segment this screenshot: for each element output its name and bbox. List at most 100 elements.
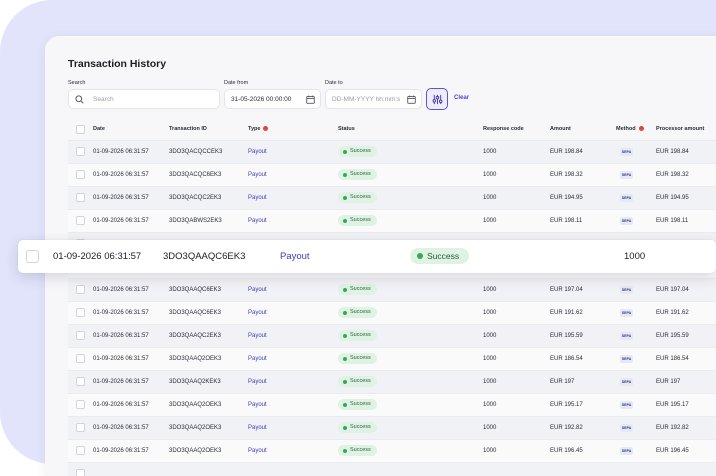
table-header: Date Transaction ID Type Status Response…: [68, 118, 716, 141]
date-from-field[interactable]: 31-05-2026 00:00:00: [224, 89, 321, 109]
row-type-link[interactable]: Payout: [248, 287, 267, 293]
row-processor-amount: EUR 198.84: [656, 148, 689, 155]
page-title: Transaction History: [68, 58, 167, 70]
row-type-link[interactable]: Payout: [248, 379, 267, 385]
clear-button[interactable]: Clear: [454, 95, 469, 101]
column-header-amount[interactable]: Amount: [550, 126, 571, 132]
row-date: 01-09-2026 06:31:57: [93, 217, 149, 224]
row-checkbox[interactable]: [76, 308, 85, 317]
status-badge: Success: [338, 192, 377, 203]
row-transaction-id: 3DO3QACQC2EK3: [169, 194, 222, 201]
table-row[interactable]: 01-09-2026 06:31:57 3DO3QAAQ2OEK3 Payout 10…: [68, 440, 716, 463]
row-amount: EUR 197.04: [550, 286, 583, 293]
row-transaction-id: 3DO3QAAQ2OEK3: [169, 447, 222, 454]
row-type-link[interactable]: Payout: [248, 172, 267, 178]
column-header-status[interactable]: Status: [338, 126, 355, 132]
status-badge: Success: [338, 399, 377, 410]
row-response-code: 1000: [483, 171, 497, 178]
row-type-link[interactable]: Payout: [280, 251, 310, 262]
row-type-link[interactable]: Payout: [248, 356, 267, 362]
column-header-date[interactable]: Date: [93, 126, 105, 132]
row-type-link[interactable]: Payout: [248, 333, 267, 339]
row-transaction-id: 3DO3QAAQ2KEK3: [169, 378, 221, 385]
row-checkbox[interactable]: [76, 377, 85, 386]
row-checkbox[interactable]: [76, 170, 85, 179]
row-amount: EUR 198.84: [550, 148, 583, 155]
row-checkbox[interactable]: [76, 446, 85, 455]
column-header-method[interactable]: Method: [616, 126, 644, 132]
row-checkbox[interactable]: [76, 331, 85, 340]
sepa-logo-icon: SEPA: [620, 447, 633, 455]
row-checkbox[interactable]: [26, 250, 39, 263]
table-row[interactable]: [68, 463, 716, 476]
row-type-link[interactable]: Payout: [248, 448, 267, 454]
row-processor-amount: EUR 198.32: [656, 171, 689, 178]
search-input[interactable]: Search: [93, 96, 114, 103]
row-date: 01-09-2026 06:31:57: [93, 286, 149, 293]
filter-button[interactable]: [426, 88, 448, 110]
row-response-code: 1000: [483, 401, 497, 408]
table-row[interactable]: 01-09-2026 06:31:57 3DO3QACQC6EK3 Payout 10…: [68, 164, 716, 187]
column-header-method-label: Method: [616, 126, 636, 132]
row-response-code: 1000: [483, 309, 497, 316]
row-date: 01-09-2026 06:31:57: [93, 355, 149, 362]
column-header-type[interactable]: Type: [248, 126, 269, 132]
status-badge: Success: [338, 146, 377, 157]
row-type-link[interactable]: Payout: [248, 218, 267, 224]
column-header-response-code[interactable]: Response code: [483, 126, 524, 132]
table-row[interactable]: 01-09-2026 06:31:57 3DO3QAAQ2OEK3 Payout 10…: [68, 417, 716, 440]
table-row[interactable]: 01-09-2026 06:31:57 3DO3QAAQ2OEK3 Payout 10…: [68, 394, 716, 417]
row-amount: EUR 197: [550, 378, 575, 385]
sepa-logo-icon: SEPA: [620, 217, 633, 225]
table-row[interactable]: 01-09-2026 06:31:57 3DO3QABWS2EK3 Payout 10…: [68, 210, 716, 233]
row-type-link[interactable]: Payout: [248, 195, 267, 201]
date-to-field[interactable]: DD-MM-YYYY hh:mm:ss: [325, 89, 422, 109]
date-from-input[interactable]: 31-05-2026 00:00:00: [231, 96, 291, 103]
row-amount: EUR 198.11: [550, 217, 583, 224]
row-type-link[interactable]: Payout: [248, 402, 267, 408]
calendar-icon[interactable]: [306, 95, 315, 104]
row-transaction-id: 3DO3QAAQ2OEK3: [169, 355, 222, 362]
row-checkbox[interactable]: [76, 423, 85, 432]
row-checkbox[interactable]: [76, 285, 85, 294]
row-checkbox[interactable]: [76, 354, 85, 363]
row-response-code: 1000: [483, 355, 497, 362]
column-header-transaction-id[interactable]: Transaction ID: [169, 126, 207, 132]
row-checkbox[interactable]: [76, 400, 85, 409]
date-from-label: Date from: [224, 80, 249, 86]
row-type-link[interactable]: Payout: [248, 310, 267, 316]
status-badge: Success: [338, 376, 377, 387]
table-row[interactable]: 01-09-2026 06:31:57 3DO3QAAQC6EK3 Payout 10…: [68, 302, 716, 325]
sepa-logo-icon: SEPA: [620, 332, 633, 340]
table-row[interactable]: 01-09-2026 06:31:57 3DO3QACQCCEK3 Payout 10…: [68, 141, 716, 164]
row-date: 01-09-2026 06:31:57: [93, 401, 149, 408]
table-row[interactable]: 01-09-2026 06:31:57 3DO3QAAQ2KEK3 Payout 10…: [68, 371, 716, 394]
row-transaction-id: 3DO3QABWS2EK3: [169, 217, 222, 224]
status-badge: Success: [338, 330, 377, 341]
row-processor-amount: EUR 198.11: [656, 217, 689, 224]
row-response-code: 1000: [483, 217, 497, 224]
row-checkbox[interactable]: [76, 193, 85, 202]
calendar-icon[interactable]: [407, 95, 416, 104]
row-response-code: 1000: [483, 332, 497, 339]
table-row[interactable]: 01-09-2026 06:31:57 3DO3QAAQC2EK3 Payout 10…: [68, 325, 716, 348]
row-type-link[interactable]: Payout: [248, 425, 267, 431]
date-to-input[interactable]: DD-MM-YYYY hh:mm:ss: [332, 96, 400, 103]
table-row[interactable]: 01-09-2026 06:31:57 3DO3QACQC2EK3 Payout 10…: [68, 187, 716, 210]
table-row[interactable]: 01-09-2026 06:31:57 3DO3QAAQ2OEK3 Payout 10…: [68, 348, 716, 371]
search-field[interactable]: Search: [68, 89, 220, 109]
row-type-link[interactable]: Payout: [248, 149, 267, 155]
status-badge: Success: [338, 284, 377, 295]
row-checkbox[interactable]: [76, 216, 85, 225]
row-amount: EUR 192.82: [550, 424, 583, 431]
table-row[interactable]: 01-09-2026 06:31:57 3DO3QAAQC6EK3 Payout 10…: [68, 279, 716, 302]
row-checkbox[interactable]: [76, 469, 85, 476]
row-checkbox[interactable]: [76, 147, 85, 156]
row-transaction-id: 3DO3QAAQC6EK3: [169, 286, 222, 293]
row-amount: EUR 198.32: [550, 171, 583, 178]
transactions-table: Date Transaction ID Type Status Response…: [68, 118, 716, 476]
select-all-checkbox[interactable]: [76, 125, 85, 134]
column-header-processor-amount[interactable]: Processor amount: [656, 126, 704, 132]
highlighted-table-row[interactable]: 01-09-2026 06:31:57 3DO3QAAQC6EK3 Payout…: [18, 240, 716, 273]
sepa-logo-icon: SEPA: [620, 171, 633, 179]
